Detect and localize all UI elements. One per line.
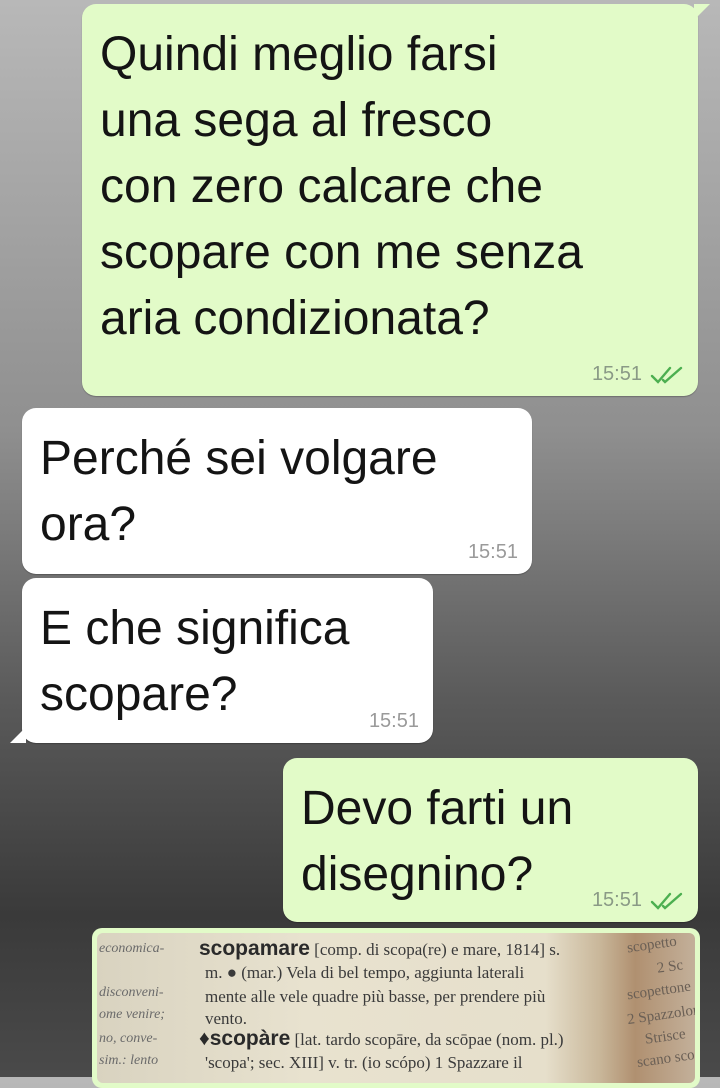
message-time: 15:51 bbox=[467, 541, 518, 563]
dictionary-photo: economica- disconveni- ome venire; no, c… bbox=[97, 933, 695, 1083]
dictionary-entry-line: m. ● (mar.) Vela di bel tempo, aggiunta … bbox=[205, 963, 525, 982]
dictionary-entry-line: mente alle vele quadre più basse, per pr… bbox=[205, 987, 546, 1006]
image-message[interactable]: economica- disconveni- ome venire; no, c… bbox=[92, 928, 700, 1088]
double-check-icon bbox=[650, 366, 683, 384]
message-meta: 15:51 bbox=[468, 541, 518, 564]
message-time: 15:51 bbox=[591, 889, 642, 911]
dictionary-entry-line: scopamare [comp. di scopa(re) e mare, 18… bbox=[199, 937, 561, 960]
dictionary-right-column: 2 Spazzolon bbox=[626, 1001, 695, 1029]
dictionary-margin-text: disconveni- bbox=[99, 985, 164, 1000]
dictionary-entry-line: 'scopa'; sec. XIII] v. tr. (io scópo) 1 … bbox=[205, 1053, 523, 1072]
message-text: Quindi meglio farsi una sega al fresco c… bbox=[100, 28, 583, 345]
message-meta: 15:51 bbox=[592, 889, 684, 912]
message-bubble-outgoing[interactable]: Quindi meglio farsi una sega al fresco c… bbox=[82, 4, 710, 396]
message-text: Perché sei volgare ora? bbox=[40, 432, 438, 551]
dictionary-margin-text: sim.: lento bbox=[99, 1053, 159, 1068]
dictionary-entry-line: vento. bbox=[205, 1009, 248, 1028]
message-meta: 15:51 bbox=[369, 710, 419, 733]
dictionary-margin-text: economica- bbox=[99, 941, 165, 956]
dictionary-right-column: scano sco bbox=[636, 1047, 695, 1071]
bubble-tail bbox=[694, 4, 710, 20]
double-check-icon bbox=[650, 892, 683, 910]
dictionary-margin-text: ome venire; bbox=[99, 1007, 165, 1022]
bubble-tail bbox=[10, 727, 26, 743]
dictionary-margin-text: no, conve- bbox=[99, 1031, 158, 1046]
message-time: 15:51 bbox=[591, 363, 642, 385]
dictionary-right-column: Strisce bbox=[644, 1026, 687, 1048]
message-bubble-outgoing[interactable]: Devo farti un disegnino? 15:51 bbox=[283, 758, 698, 922]
dictionary-right-column: scopettone bbox=[626, 978, 692, 1004]
message-bubble-incoming[interactable]: E che significa scopare? 15:51 bbox=[10, 578, 433, 743]
message-text: E che significa scopare? bbox=[40, 602, 350, 721]
dictionary-right-column: scopetto bbox=[626, 933, 678, 957]
dictionary-right-column: 2 Sc bbox=[655, 957, 685, 977]
message-bubble-incoming[interactable]: Perché sei volgare ora? 15:51 bbox=[22, 408, 532, 574]
message-text: Devo farti un disegnino? bbox=[301, 782, 574, 901]
message-time: 15:51 bbox=[368, 710, 419, 732]
dictionary-entry-line: ♦scopàre [lat. tardo scopāre, da scōpae … bbox=[199, 1027, 564, 1050]
message-meta: 15:51 bbox=[592, 363, 684, 386]
